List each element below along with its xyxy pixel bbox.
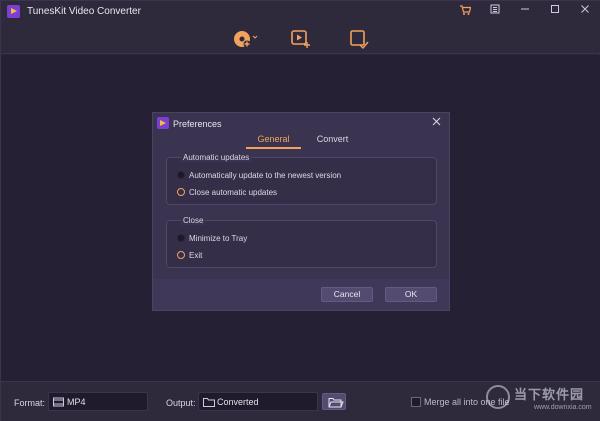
app-window: TunesKit Video Converter Preferences Gen… <box>0 0 600 421</box>
app-title: TunesKit Video Converter <box>27 6 141 17</box>
format-value: MP4 <box>67 397 86 407</box>
add-files-icon[interactable] <box>290 28 312 50</box>
ok-button[interactable]: OK <box>385 287 437 302</box>
close-icon[interactable] <box>577 4 593 20</box>
radio-selected-icon <box>177 251 185 259</box>
radio-close-auto-update[interactable]: Close automatic updates <box>177 186 277 198</box>
radio-exit[interactable]: Exit <box>177 249 202 261</box>
output-value: Converted <box>217 397 259 407</box>
dialog-logo-icon <box>157 117 169 129</box>
watermark: 当下软件园 www.downxia.com <box>484 381 600 421</box>
cart-icon[interactable] <box>457 4 473 20</box>
cancel-button[interactable]: Cancel <box>321 287 373 302</box>
open-folder-button[interactable] <box>322 393 346 410</box>
title-bar: TunesKit Video Converter <box>1 1 600 23</box>
minimize-icon[interactable] <box>517 4 533 20</box>
merge-checkbox[interactable] <box>411 397 421 407</box>
tab-convert[interactable]: Convert <box>305 133 360 149</box>
toolbar <box>1 23 600 54</box>
output-path-field[interactable]: Converted <box>198 392 318 411</box>
format-label: Format: <box>14 398 46 408</box>
automatic-updates-label: Automatic updates <box>181 153 252 162</box>
watermark-text: 当下软件园 <box>514 387 585 402</box>
radio-minimize-to-tray[interactable]: Minimize to Tray <box>177 232 247 244</box>
folder-icon <box>203 397 215 407</box>
format-select[interactable]: MP4 <box>48 392 148 411</box>
menu-icon[interactable] <box>487 4 503 20</box>
app-logo-icon <box>7 5 20 18</box>
radio-auto-update[interactable]: Automatically update to the newest versi… <box>177 169 341 181</box>
output-label: Output: <box>166 398 196 408</box>
dialog-close-icon[interactable] <box>429 116 443 130</box>
video-format-icon <box>53 397 64 407</box>
tab-general[interactable]: General <box>246 133 301 149</box>
close-label: Close <box>181 216 206 225</box>
dialog-footer: Cancel OK <box>153 279 449 310</box>
watermark-logo-icon <box>486 385 510 409</box>
preferences-dialog: Preferences General Convert Automatic up… <box>152 112 450 311</box>
radio-unselected-icon <box>177 171 185 179</box>
add-dvd-icon[interactable] <box>232 28 258 50</box>
close-group <box>166 220 437 268</box>
converted-history-icon[interactable] <box>348 28 370 50</box>
maximize-icon[interactable] <box>547 4 563 20</box>
radio-unselected-icon <box>177 234 185 242</box>
open-folder-icon <box>328 398 344 408</box>
watermark-url: www.downxia.com <box>534 404 592 411</box>
dialog-title: Preferences <box>173 119 222 129</box>
radio-selected-icon <box>177 188 185 196</box>
